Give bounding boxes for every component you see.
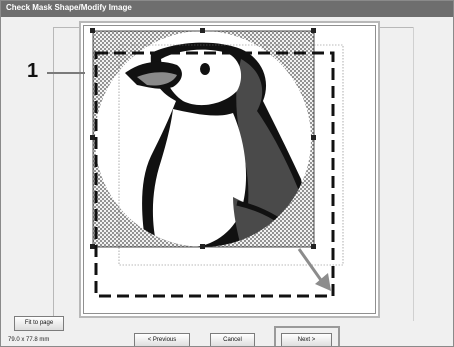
image-edit-area[interactable] bbox=[1, 1, 454, 347]
size-readout: 79.0 x 77.8 mm bbox=[8, 337, 50, 343]
resize-handle-bottom[interactable] bbox=[200, 244, 205, 249]
callout-leader-line bbox=[47, 72, 85, 74]
dialog-window: Check Mask Shape/Modify Image 1 Fit to p… bbox=[0, 0, 454, 347]
previous-button[interactable]: < Previous bbox=[134, 333, 190, 346]
resize-handle-bottom-left[interactable] bbox=[90, 244, 95, 249]
cancel-button[interactable]: Cancel bbox=[210, 333, 255, 346]
resize-handle-top-left[interactable] bbox=[90, 28, 95, 33]
resize-handle-top[interactable] bbox=[200, 28, 205, 33]
resize-arrow bbox=[297, 248, 325, 284]
resize-handle-top-right[interactable] bbox=[311, 28, 316, 33]
resize-handle-bottom-right[interactable] bbox=[311, 244, 316, 249]
fit-to-page-button[interactable]: Fit to page bbox=[14, 316, 64, 331]
next-button[interactable]: Next > bbox=[281, 333, 332, 346]
resize-handle-right[interactable] bbox=[311, 135, 316, 140]
callout-number: 1 bbox=[27, 60, 39, 82]
resize-handle-left[interactable] bbox=[90, 135, 95, 140]
